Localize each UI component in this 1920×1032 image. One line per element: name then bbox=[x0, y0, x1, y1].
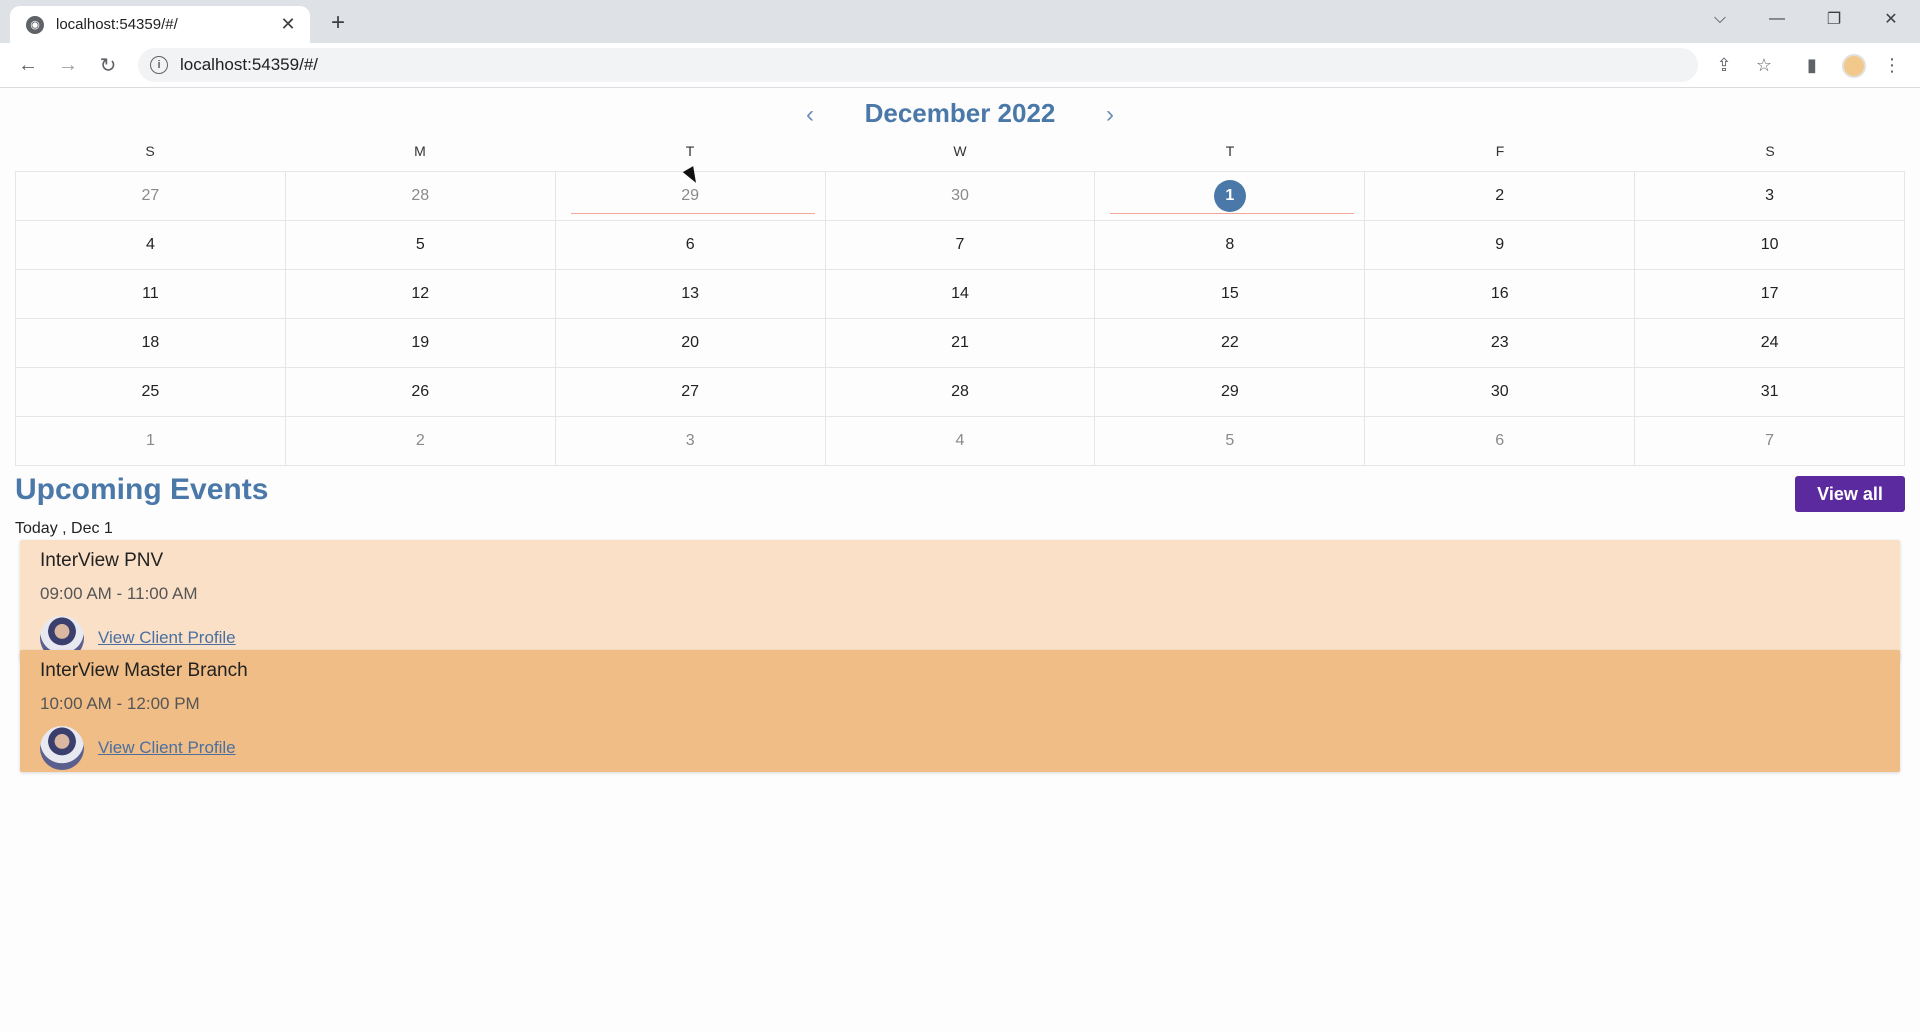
tab-search-icon[interactable]: ⌵ bbox=[1700, 4, 1740, 34]
calendar-day[interactable]: 29 bbox=[1094, 368, 1364, 416]
calendar-day[interactable]: 16 bbox=[1364, 270, 1634, 318]
calendar-day[interactable]: 5 bbox=[284, 221, 555, 269]
calendar-day[interactable]: 3 bbox=[1634, 172, 1906, 220]
weekday-label: F bbox=[1495, 143, 1505, 159]
prev-month-icon[interactable]: ‹ bbox=[795, 100, 825, 130]
calendar-week: 27 28 29 30 1 2 3 bbox=[15, 171, 1906, 220]
calendar-day[interactable]: 7 bbox=[1634, 417, 1906, 465]
close-window-button[interactable]: ✕ bbox=[1871, 4, 1911, 34]
weekday-label: W bbox=[953, 143, 967, 159]
calendar-day[interactable]: 24 bbox=[1634, 319, 1906, 367]
calendar-week: 1 2 3 4 5 6 7 bbox=[15, 416, 1906, 466]
upcoming-events-title: Upcoming Events bbox=[15, 473, 269, 506]
calendar-week: 4 5 6 7 8 9 10 bbox=[15, 220, 1906, 269]
calendar-day[interactable]: 19 bbox=[284, 319, 555, 367]
weekday-header: S M T W T F S bbox=[15, 143, 1905, 165]
restore-button[interactable]: ❐ bbox=[1814, 4, 1854, 34]
event-indicator bbox=[1110, 213, 1355, 214]
calendar-day[interactable]: 22 bbox=[1094, 319, 1364, 367]
calendar-day[interactable]: 27 bbox=[15, 172, 285, 220]
tab-title: localhost:54359/#/ bbox=[56, 16, 178, 33]
site-info-icon[interactable]: i bbox=[150, 56, 168, 74]
globe-icon: ◉ bbox=[26, 15, 44, 34]
minimize-button[interactable]: — bbox=[1757, 4, 1797, 34]
calendar-day[interactable]: 4 bbox=[824, 417, 1095, 465]
calendar-day[interactable]: 21 bbox=[824, 319, 1095, 367]
new-tab-button[interactable]: + bbox=[324, 9, 352, 37]
tab-strip: ◉ localhost:54359/#/ ✕ + ⌵ — ❐ ✕ bbox=[0, 0, 1920, 43]
calendar-day[interactable]: 15 bbox=[1094, 270, 1364, 318]
weekday-label: T bbox=[685, 143, 695, 159]
event-indicator bbox=[570, 213, 815, 214]
calendar-day[interactable]: 4 bbox=[15, 221, 285, 269]
event-title: InterView PNV bbox=[40, 550, 164, 571]
calendar-day[interactable]: 6 bbox=[554, 221, 825, 269]
calendar-day[interactable]: 2 bbox=[284, 417, 555, 465]
calendar-day[interactable]: 25 bbox=[15, 368, 285, 416]
calendar-day[interactable]: 13 bbox=[554, 270, 825, 318]
event-title: InterView Master Branch bbox=[40, 660, 248, 681]
calendar-day[interactable]: 27 bbox=[554, 368, 825, 416]
profile-avatar[interactable] bbox=[1842, 54, 1866, 78]
address-bar[interactable]: i localhost:54359/#/ bbox=[138, 48, 1698, 82]
calendar-day[interactable]: 28 bbox=[284, 172, 555, 220]
calendar-day[interactable]: 17 bbox=[1634, 270, 1906, 318]
event-card[interactable]: InterView PNV 09:00 AM - 11:00 AM View C… bbox=[20, 540, 1900, 662]
url-text[interactable]: localhost:54359/#/ bbox=[180, 55, 318, 75]
calendar-day[interactable]: 11 bbox=[15, 270, 285, 318]
next-month-icon[interactable]: › bbox=[1095, 100, 1125, 130]
side-panel-icon[interactable]: ▮ bbox=[1800, 53, 1824, 77]
calendar-week: 11 12 13 14 15 16 17 bbox=[15, 269, 1906, 318]
calendar-day[interactable]: 26 bbox=[284, 368, 555, 416]
calendar-day[interactable]: 28 bbox=[824, 368, 1095, 416]
calendar-day[interactable]: 18 bbox=[15, 319, 285, 367]
calendar-day[interactable]: 6 bbox=[1364, 417, 1634, 465]
client-avatar bbox=[40, 726, 84, 770]
share-icon[interactable]: ⇪ bbox=[1712, 53, 1736, 77]
browser-toolbar: ← → ↻ i localhost:54359/#/ ⇪ ☆ ▮ ⋮ bbox=[0, 43, 1920, 88]
weekday-label: M bbox=[414, 143, 426, 159]
calendar-day[interactable]: 5 bbox=[1094, 417, 1364, 465]
calendar-day[interactable]: 7 bbox=[824, 221, 1095, 269]
calendar-day[interactable]: 31 bbox=[1634, 368, 1906, 416]
calendar-header: ‹ December 2022 › bbox=[0, 88, 1920, 140]
view-client-profile-link[interactable]: View Client Profile bbox=[98, 738, 236, 758]
view-all-button[interactable]: View all bbox=[1795, 476, 1905, 512]
calendar-day[interactable]: 9 bbox=[1364, 221, 1634, 269]
bookmark-star-icon[interactable]: ☆ bbox=[1752, 53, 1776, 77]
browser-tab[interactable]: ◉ localhost:54359/#/ ✕ bbox=[10, 6, 310, 43]
calendar-day[interactable]: 10 bbox=[1634, 221, 1906, 269]
today-date-label: Today , Dec 1 bbox=[15, 520, 113, 537]
calendar-grid: 27 28 29 30 1 2 3 4 5 6 7 8 9 10 11 12 1… bbox=[15, 171, 1906, 466]
calendar-day-today[interactable]: 1 bbox=[1094, 172, 1364, 220]
calendar-day[interactable]: 20 bbox=[554, 319, 825, 367]
calendar-day[interactable]: 30 bbox=[1364, 368, 1634, 416]
view-client-profile-link[interactable]: View Client Profile bbox=[98, 628, 236, 648]
calendar-week: 18 19 20 21 22 23 24 bbox=[15, 318, 1906, 367]
close-tab-icon[interactable]: ✕ bbox=[276, 13, 300, 37]
calendar-day[interactable]: 12 bbox=[284, 270, 555, 318]
calendar-day[interactable]: 23 bbox=[1364, 319, 1634, 367]
calendar-day[interactable]: 8 bbox=[1094, 221, 1364, 269]
calendar-day[interactable]: 2 bbox=[1364, 172, 1634, 220]
calendar-day[interactable]: 14 bbox=[824, 270, 1095, 318]
calendar-day[interactable]: 3 bbox=[554, 417, 825, 465]
month-title: December 2022 bbox=[864, 98, 1056, 128]
weekday-label: S bbox=[145, 143, 155, 159]
menu-dots-icon[interactable]: ⋮ bbox=[1880, 53, 1904, 77]
calendar-week: 25 26 27 28 29 30 31 bbox=[15, 367, 1906, 416]
weekday-label: S bbox=[1765, 143, 1775, 159]
reload-icon[interactable]: ↻ bbox=[94, 51, 122, 79]
event-card[interactable]: InterView Master Branch 10:00 AM - 12:00… bbox=[20, 650, 1900, 772]
back-icon[interactable]: ← bbox=[14, 51, 42, 79]
event-time: 09:00 AM - 11:00 AM bbox=[40, 584, 198, 603]
forward-icon[interactable]: → bbox=[54, 51, 82, 79]
calendar-day[interactable]: 1 bbox=[15, 417, 285, 465]
weekday-label: T bbox=[1225, 143, 1235, 159]
page-content: ‹ December 2022 › S M T W T F S 27 28 29… bbox=[0, 88, 1920, 1032]
event-time: 10:00 AM - 12:00 PM bbox=[40, 694, 200, 713]
calendar-day[interactable]: 30 bbox=[824, 172, 1095, 220]
